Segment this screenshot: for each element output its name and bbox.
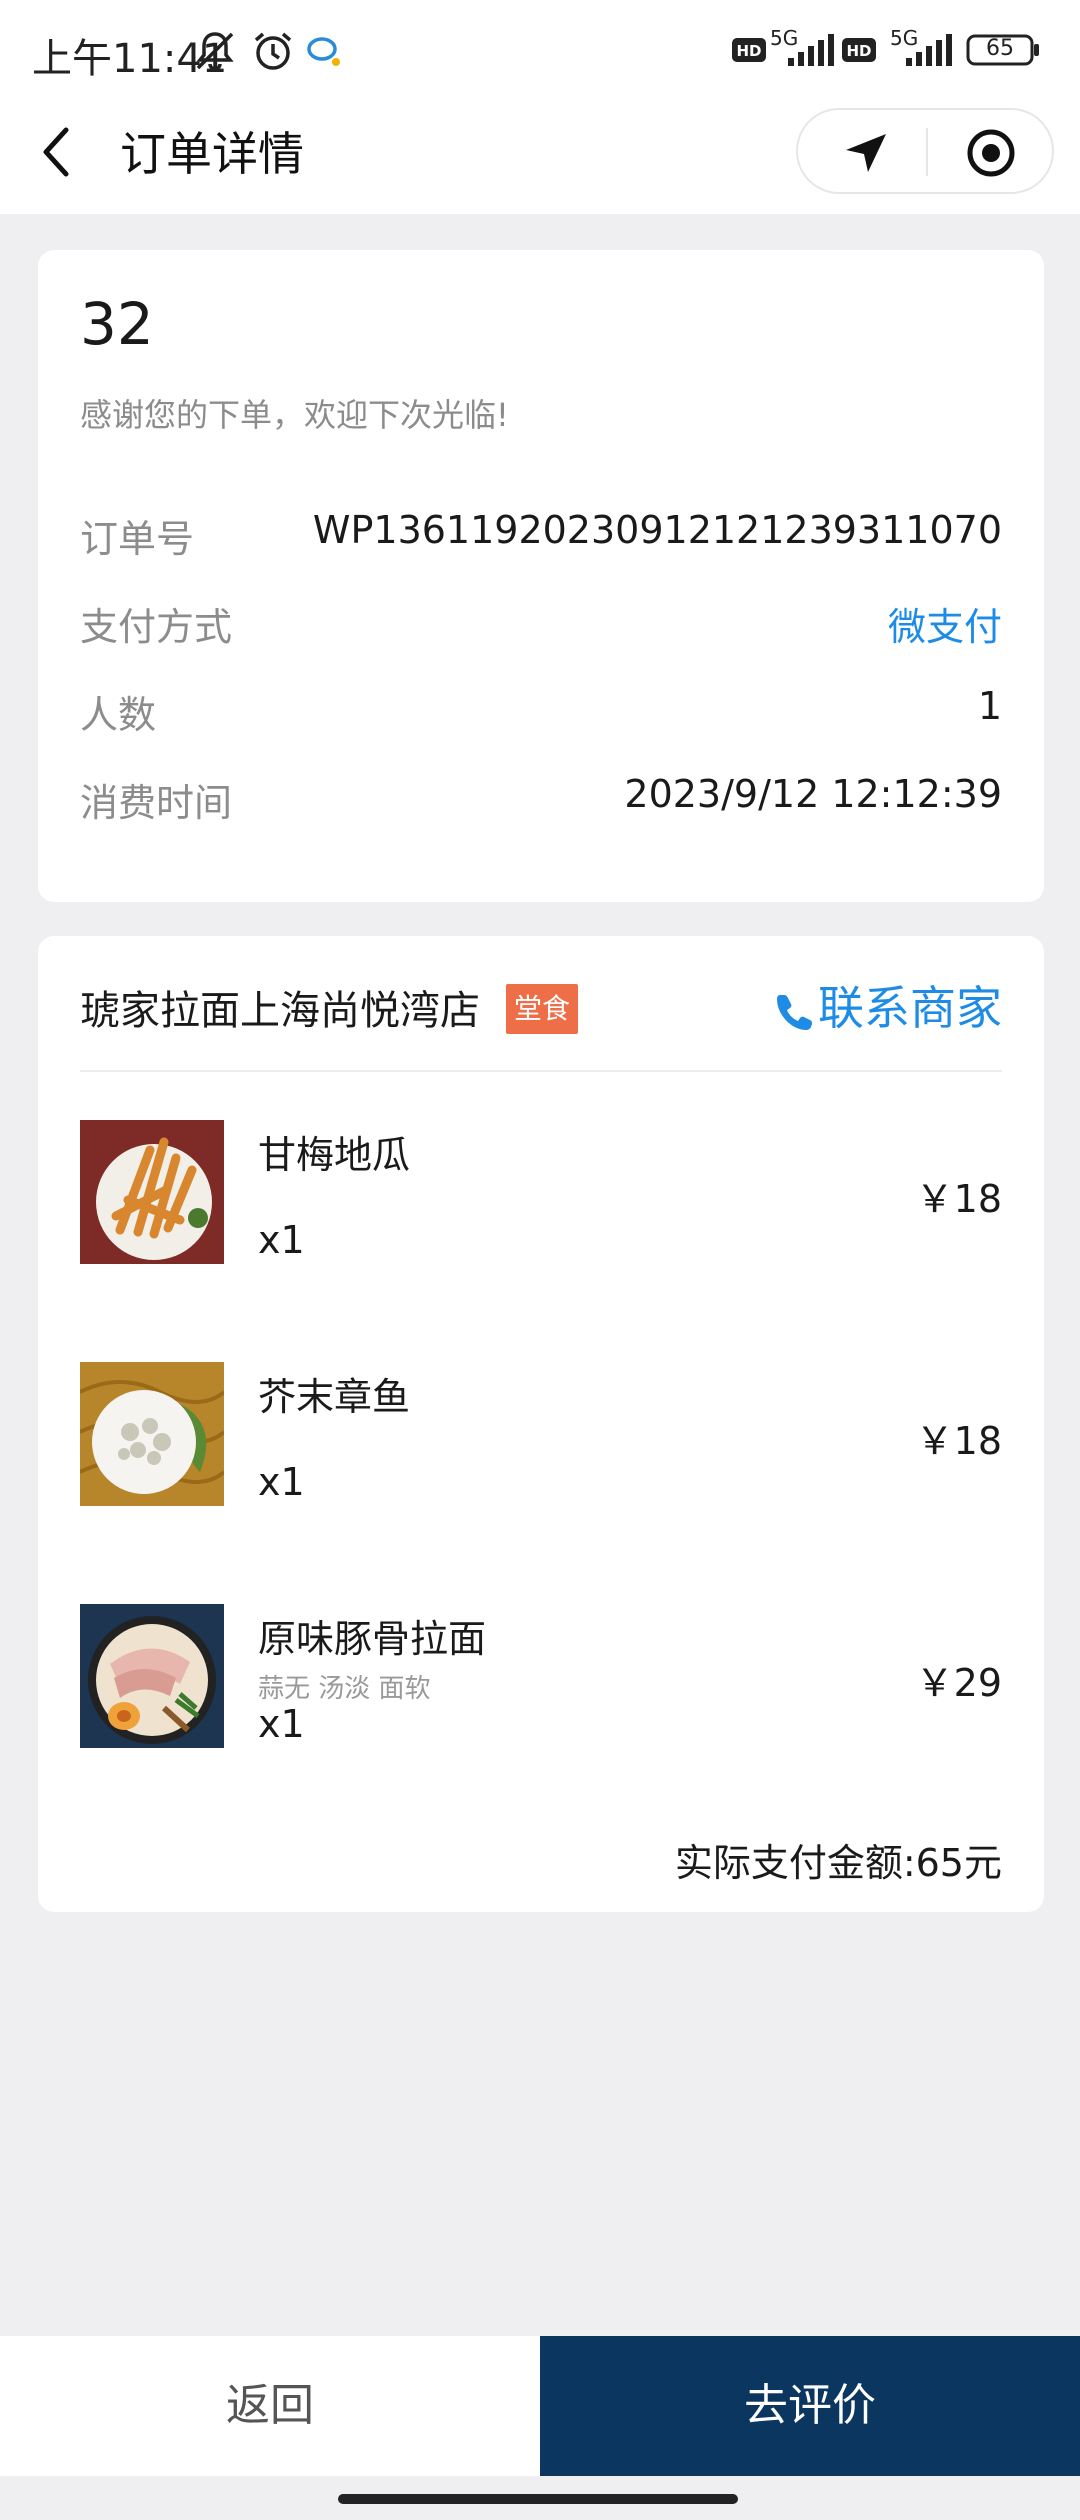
item-name: 原味豚骨拉面 xyxy=(258,1617,487,1661)
list-item[interactable]: 甘梅地瓜 x1 ￥18 xyxy=(80,1120,1002,1266)
item-price: ￥18 xyxy=(915,1419,1002,1463)
mini-program-capsule xyxy=(796,108,1054,194)
bottom-action-bar: 返回 去评价 xyxy=(0,2336,1080,2476)
header: 上午11:41 HD 5G HD 5G 65 订单详情 xyxy=(0,0,1080,214)
return-button[interactable]: 返回 xyxy=(0,2336,540,2476)
time-value: 2023/9/12 12:12:39 xyxy=(624,772,1002,816)
item-image-sweet-potato xyxy=(80,1120,224,1264)
dine-in-badge: 堂食 xyxy=(506,984,579,1034)
order-id-label: 订单号 xyxy=(80,517,195,561)
list-item[interactable]: 芥末章鱼 x1 ￥18 xyxy=(80,1362,1002,1508)
pickup-number: 32 xyxy=(80,290,154,358)
mute-icon xyxy=(192,28,238,78)
order-id-value: WP136119202309121212393110​70 xyxy=(312,508,1002,552)
navigation-arrow-icon[interactable] xyxy=(842,130,890,182)
item-name: 芥末章鱼 xyxy=(258,1375,411,1419)
signal-icon xyxy=(786,30,836,72)
guests-value: 1 xyxy=(977,684,1002,728)
time-label: 消费时间 xyxy=(80,781,233,825)
item-options: 蒜无 汤淡 面软 xyxy=(258,1674,431,1704)
row-payment-method: 支付方式 微支付 xyxy=(80,596,1002,656)
svg-text:HD: HD xyxy=(736,42,761,60)
list-item[interactable]: 原味豚骨拉面 蒜无 汤淡 面软 x1 ￥29 xyxy=(80,1604,1002,1750)
item-price: ￥29 xyxy=(915,1661,1002,1705)
write-review-button[interactable]: 去评价 xyxy=(540,2336,1080,2476)
item-quantity: x1 xyxy=(258,1218,305,1262)
battery-level: 65 xyxy=(986,36,1014,61)
hd-icon: HD xyxy=(732,36,766,68)
payment-method-value[interactable]: 微支付 xyxy=(888,596,1002,651)
contact-merchant-button[interactable]: 联系商家 xyxy=(776,972,1002,1035)
contact-merchant-label: 联系商家 xyxy=(818,981,1002,1035)
item-name: 甘梅地瓜 xyxy=(258,1133,411,1177)
row-order-id: 订单号 WP136119202309121212393110​70 xyxy=(80,508,1002,568)
guests-label: 人数 xyxy=(80,693,157,737)
row-guests: 人数 1 xyxy=(80,684,1002,744)
item-price: ￥18 xyxy=(915,1177,1002,1221)
signal-icon-2 xyxy=(904,30,954,72)
order-items-card: 琥家拉面上海尚悦湾店 堂食 联系商家 甘梅地瓜 x1 ￥18 芥末章鱼 x1 ￥… xyxy=(38,936,1044,1912)
total-paid: 实际支付金额:65元 xyxy=(674,1841,1002,1885)
svg-text:HD: HD xyxy=(846,42,871,60)
back-button[interactable] xyxy=(36,122,80,182)
page-title: 订单详情 xyxy=(120,127,304,181)
status-bar: 上午11:41 HD 5G HD 5G 65 xyxy=(0,0,1080,100)
capsule-divider xyxy=(926,128,928,176)
home-indicator[interactable] xyxy=(338,2494,738,2504)
divider xyxy=(80,1070,1002,1072)
item-quantity: x1 xyxy=(258,1460,305,1504)
item-image-wasabi-octopus xyxy=(80,1362,224,1506)
item-quantity: x1 xyxy=(258,1702,305,1746)
shop-name: 琥家拉面上海尚悦湾店 xyxy=(80,988,480,1034)
payment-method-label: 支付方式 xyxy=(80,605,233,649)
thanks-message: 感谢您的下单，欢迎下次光临! xyxy=(80,396,509,434)
hd-icon-2: HD xyxy=(842,36,876,68)
chat-bubble-icon xyxy=(306,34,342,72)
phone-icon xyxy=(777,994,812,1030)
chevron-left-icon xyxy=(43,127,69,177)
order-info-card: 32 感谢您的下单，欢迎下次光临! 订单号 WP1361192023091212… xyxy=(38,250,1044,902)
target-icon[interactable] xyxy=(966,128,1016,182)
item-image-tonkotsu-ramen xyxy=(80,1604,224,1748)
alarm-icon xyxy=(250,28,296,78)
row-time: 消费时间 2023/9/12 12:12:39 xyxy=(80,772,1002,832)
